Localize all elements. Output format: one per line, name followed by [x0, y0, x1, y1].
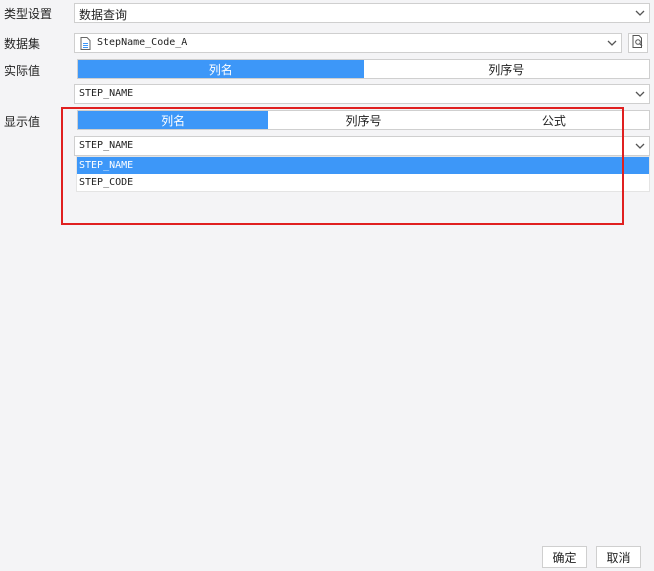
chevron-down-icon[interactable] [631, 4, 649, 22]
dataset-preview-button[interactable] [628, 33, 648, 53]
chevron-down-icon[interactable] [603, 34, 621, 52]
chevron-down-icon[interactable] [631, 85, 649, 103]
display-value-tab-column-name[interactable]: 列名 [78, 111, 269, 129]
type-setting-value: 数据查询 [79, 8, 128, 22]
display-value-tabs: 列名 列序号 公式 [77, 110, 650, 130]
actual-value-label: 实际值 [4, 64, 41, 78]
document-search-icon [632, 35, 645, 51]
confirm-button[interactable]: 确定 [542, 546, 587, 568]
dataset-label: 数据集 [4, 37, 41, 51]
display-value-column-select[interactable]: STEP_NAME [74, 136, 650, 156]
display-value-label: 显示值 [4, 115, 41, 129]
display-value-column: STEP_NAME [79, 140, 134, 151]
dataset-select[interactable]: StepName_Code_A [74, 33, 622, 53]
type-setting-select[interactable]: 数据查询 [74, 3, 650, 23]
dropdown-option-step-name[interactable]: STEP_NAME [77, 157, 649, 174]
chevron-down-icon[interactable] [631, 137, 649, 155]
dropdown-option-step-code[interactable]: STEP_CODE [77, 174, 649, 191]
display-value-tab-formula[interactable]: 公式 [459, 111, 649, 129]
dataset-file-icon [80, 37, 91, 53]
display-value-tab-column-index[interactable]: 列序号 [268, 111, 458, 129]
type-setting-label: 类型设置 [4, 7, 53, 21]
dataset-value: StepName_Code_A [97, 37, 188, 48]
actual-value-tab-column-name[interactable]: 列名 [78, 60, 364, 78]
display-value-dropdown-list: STEP_NAME STEP_CODE [76, 156, 650, 192]
actual-value-column: STEP_NAME [79, 88, 134, 99]
actual-value-column-select[interactable]: STEP_NAME [74, 84, 650, 104]
actual-value-tab-column-index[interactable]: 列序号 [364, 60, 650, 78]
cancel-button[interactable]: 取消 [596, 546, 641, 568]
actual-value-tabs: 列名 列序号 [77, 59, 650, 79]
